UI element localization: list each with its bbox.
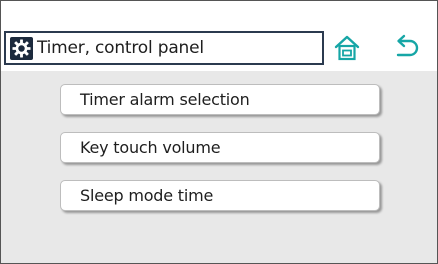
home-button[interactable] [331,32,363,64]
menu-item-label: Sleep mode time [80,186,214,205]
home-icon [334,35,360,61]
menu-item-key-touch-volume[interactable]: Key touch volume [60,132,380,163]
settings-gear-icon [10,36,33,60]
menu-item-label: Key touch volume [80,138,221,157]
menu-item-label: Timer alarm selection [80,90,250,109]
back-button[interactable] [391,32,423,64]
menu-panel: Timer alarm selection Key touch volume S… [1,71,437,263]
page-title: Timer, control panel [37,38,204,58]
back-arrow-icon [396,34,419,57]
settings-screen: Timer, control panel Timer alarm selecti… [0,0,438,264]
menu-item-timer-alarm-selection[interactable]: Timer alarm selection [60,84,380,115]
title-bar: Timer, control panel [4,31,324,65]
menu-item-sleep-mode-time[interactable]: Sleep mode time [60,180,380,211]
